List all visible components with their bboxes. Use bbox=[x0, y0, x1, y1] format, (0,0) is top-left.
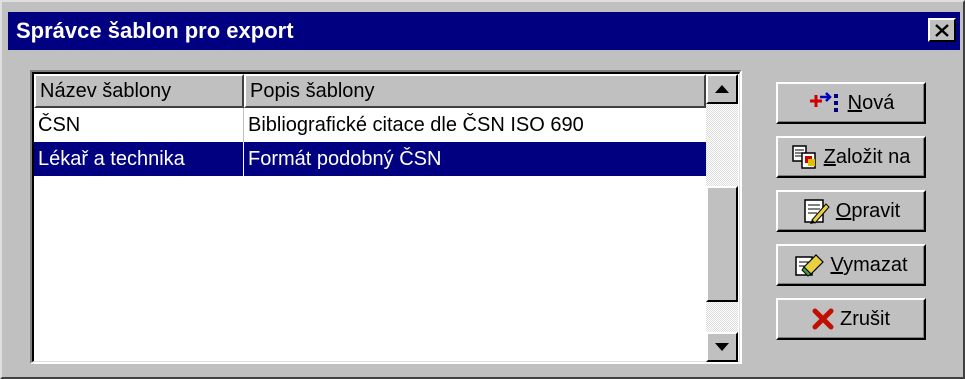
new-icon bbox=[808, 92, 842, 114]
cancel-button[interactable]: Zrušit bbox=[776, 298, 926, 340]
column-divider bbox=[243, 108, 244, 142]
delete-button-label: Vymazat bbox=[830, 253, 908, 276]
table-row[interactable]: ČSN Bibliografické citace dle ČSN ISO 69… bbox=[34, 108, 706, 142]
arrow-down-icon bbox=[715, 343, 729, 351]
new-button[interactable]: Nová bbox=[776, 82, 926, 124]
template-list[interactable]: Název šablony Popis šablony ČSN Bibliogr… bbox=[30, 70, 742, 364]
create-based-on-button[interactable]: Založit na bbox=[776, 136, 926, 178]
title-bar: Správce šablon pro export bbox=[8, 12, 960, 50]
scroll-thumb[interactable] bbox=[706, 186, 738, 302]
template-description-cell: Formát podobný ČSN bbox=[248, 148, 442, 170]
window-title: Správce šablon pro export bbox=[16, 18, 294, 43]
close-button[interactable] bbox=[928, 18, 956, 42]
template-name-cell: ČSN bbox=[38, 114, 81, 136]
list-header: Název šablony Popis šablony bbox=[34, 74, 706, 108]
copy-icon bbox=[791, 145, 818, 169]
vertical-scrollbar[interactable] bbox=[706, 74, 738, 362]
edit-button-label: Opravit bbox=[835, 199, 901, 222]
export-template-manager-dialog: Správce šablon pro export Název šablony … bbox=[0, 0, 965, 379]
column-header-name[interactable]: Název šablony bbox=[34, 74, 244, 108]
column-header-description[interactable]: Popis šablony bbox=[244, 74, 706, 108]
edit-button[interactable]: Opravit bbox=[776, 190, 926, 232]
create-based-on-button-label: Založit na bbox=[823, 145, 911, 168]
template-name-cell: Lékař a technika bbox=[38, 148, 185, 170]
cancel-button-label: Zrušit bbox=[840, 307, 890, 330]
template-description-cell: Bibliografické citace dle ČSN ISO 690 bbox=[248, 114, 584, 136]
edit-icon bbox=[802, 198, 830, 224]
arrow-up-icon bbox=[715, 85, 729, 93]
cancel-icon bbox=[812, 308, 834, 330]
table-row-selected[interactable]: Lékař a technika Formát podobný ČSN bbox=[34, 142, 706, 176]
scroll-down-button[interactable] bbox=[706, 332, 738, 362]
new-button-label: Nová bbox=[847, 91, 895, 114]
column-divider bbox=[243, 142, 244, 176]
eraser-icon bbox=[794, 253, 825, 277]
scroll-up-button[interactable] bbox=[706, 74, 738, 104]
delete-button[interactable]: Vymazat bbox=[776, 244, 926, 286]
close-icon bbox=[935, 23, 949, 37]
